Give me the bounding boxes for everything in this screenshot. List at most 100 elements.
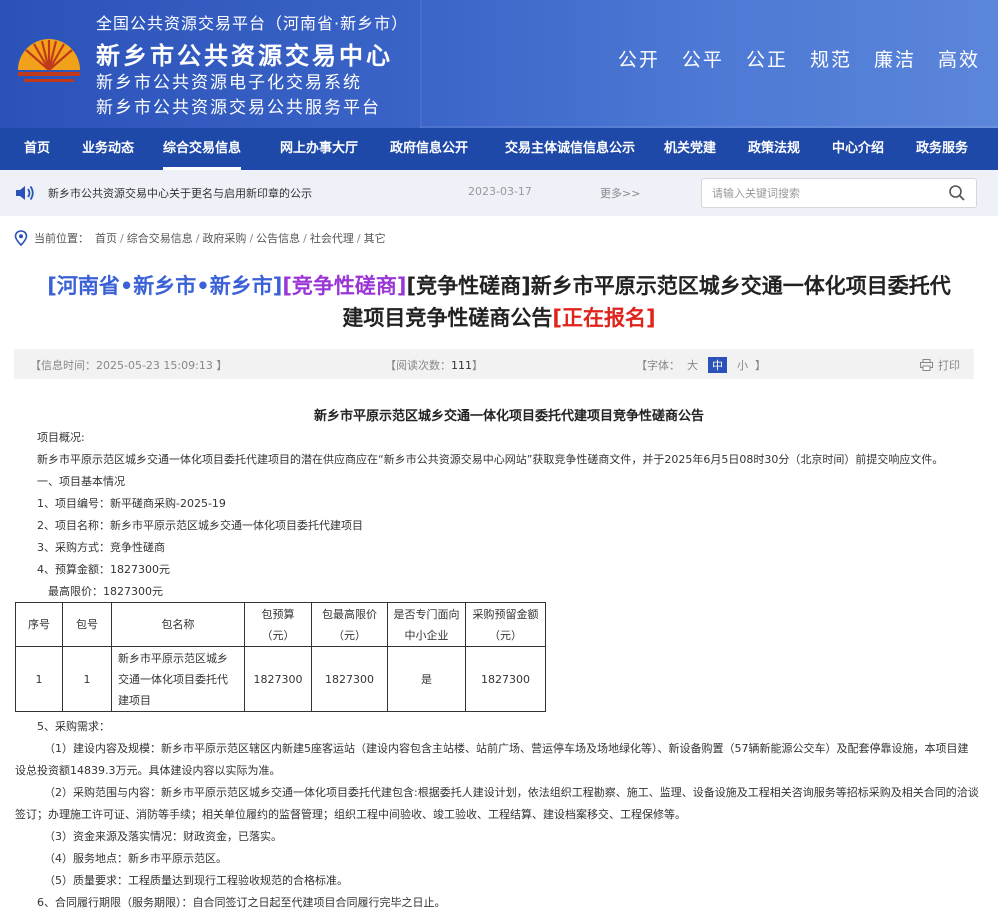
header-slogans: 公开 公平 公正 规范 廉洁 高效	[618, 45, 980, 72]
package-table: 序号 包号 包名称 包预算 （元） 包最高限价 （元） 是否专门面向 中小企业 …	[15, 602, 546, 712]
slogan: 公开	[617, 49, 660, 71]
breadcrumb-other[interactable]: 其它	[364, 230, 386, 246]
header-service-name: 新乡市公共资源交易公共服务平台	[96, 98, 381, 118]
print-label: 打印	[938, 359, 960, 372]
font-size-large[interactable]: 大	[683, 357, 702, 373]
requirement-4: （4）服务地点：新乡市平原示范区。	[44, 852, 227, 865]
search-input[interactable]	[710, 184, 944, 204]
info-bar: 【信息时间：2025-05-23 15:09:13 】 【阅读次数：111】 【…	[14, 349, 974, 379]
speaker-icon	[16, 185, 34, 201]
procurement-method: 3、采购方式：竞争性磋商	[37, 541, 165, 554]
location-pin-icon	[14, 230, 28, 246]
overview-text: 新乡市平原示范区城乡交通一体化项目委托代建项目的潜在供应商应在“新乡市公共资源交…	[37, 453, 944, 466]
overview-label: 项目概况:	[37, 431, 85, 444]
site-logo[interactable]	[14, 30, 84, 90]
table-cell: 1827300	[244, 646, 312, 712]
project-number: 1、项目编号：新平磋商采购-2025-19	[37, 497, 226, 510]
breadcrumb-trading-info[interactable]: 综合交易信息	[127, 230, 193, 246]
breadcrumb: 当前位置： 首页 / 综合交易信息 / 政府采购 / 公告信息 / 社会代理 /…	[14, 230, 386, 246]
header-platform-name: 全国公共资源交易平台（河南省·新乡市）	[96, 14, 409, 33]
read-count: 【阅读次数：111】	[385, 357, 483, 373]
nav-item-home[interactable]: 首页	[24, 128, 50, 170]
breadcrumb-agency[interactable]: 社会代理	[310, 230, 354, 246]
slogan: 廉洁	[873, 49, 916, 71]
search-icon[interactable]	[948, 184, 966, 202]
font-size-control: 【字体：大中小】	[636, 357, 766, 373]
title-status-tag: [正在报名]	[552, 306, 656, 330]
breadcrumb-label: 当前位置：	[34, 232, 89, 245]
table-cell: 1827300	[311, 646, 388, 712]
read-count-label: 【阅读次数：	[385, 359, 451, 372]
more-link[interactable]: 更多>>	[600, 185, 640, 201]
nav-item-gov-service[interactable]: 政务服务	[916, 128, 968, 170]
table-header-cell: 是否专门面向 中小企业	[387, 602, 466, 647]
table-cell: 1	[62, 646, 112, 712]
nav-item-about[interactable]: 中心介绍	[832, 128, 884, 170]
nav-item-party[interactable]: 机关党建	[664, 128, 716, 170]
table-header-cell: 包最高限价 （元）	[311, 602, 388, 647]
table-header-cell: 采购预留金额 （元）	[465, 602, 546, 647]
nav-item-policy[interactable]: 政策法规	[748, 128, 800, 170]
requirement-5: （5）质量要求：工程质量达到现行工程验收规范的合格标准。	[44, 874, 348, 887]
budget-amount: 4、预算金额：1827300元	[37, 563, 170, 576]
font-size-label: 【字体：	[636, 359, 680, 372]
page-title: [河南省•新乡市•新乡市][竞争性磋商][竞争性磋商]新乡市平原示范区城乡交通一…	[14, 270, 984, 334]
requirement-2: （2）采购范围与内容：新乡市平原示范区城乡交通一体化项目委托代建包含:根据委托人…	[44, 786, 979, 799]
nav-item-online-hall[interactable]: 网上办事大厅	[280, 128, 358, 170]
breadcrumb-home[interactable]: 首页	[95, 230, 117, 246]
table-cell: 1827300	[465, 646, 546, 712]
slogan: 公正	[745, 49, 788, 71]
requirement-1: （1）建设内容及规模：新乡市平原示范区辖区内新建5座客运站（建设内容包含主站楼、…	[44, 742, 969, 755]
site-header: 全国公共资源交易平台（河南省·新乡市） 新乡市公共资源交易中心 新乡市公共资源电…	[0, 0, 998, 128]
notice-date: 2023-03-17	[468, 185, 532, 198]
breadcrumb-separator: /	[356, 231, 361, 245]
title-main-text: [竞争性磋商]新乡市平原示范区城乡交通一体化项目委托代	[406, 274, 951, 298]
font-size-medium[interactable]: 中	[708, 357, 727, 373]
project-name: 2、项目名称：新乡市平原示范区城乡交通一体化项目委托代建项目	[37, 519, 363, 532]
info-time: 【信息时间：2025-05-23 15:09:13 】	[30, 359, 228, 372]
slogan: 规范	[809, 49, 852, 71]
table-row: 1 1 新乡市平原示范区城乡交通一体化项目委托代建项目 1827300 1827…	[15, 646, 546, 712]
section-heading: 一、项目基本情况	[37, 475, 125, 488]
title-main-text-2: 建项目竞争性磋商公告	[342, 306, 553, 330]
read-count-value: 111	[451, 359, 472, 372]
nav-item-trading-info[interactable]: 综合交易信息	[163, 128, 242, 170]
header-system-name: 新乡市公共资源电子化交易系统	[96, 73, 362, 93]
breadcrumb-separator: /	[195, 231, 200, 245]
nav-item-news[interactable]: 业务动态	[82, 128, 134, 170]
print-button[interactable]: 打印	[920, 357, 960, 373]
table-header-cell: 包号	[62, 602, 112, 647]
requirements-heading: 5、采购需求：	[37, 720, 110, 733]
table-cell: 1	[15, 646, 63, 712]
main-nav: 首页 业务动态 综合交易信息 网上办事大厅 政府信息公开 交易主体诚信信息公示 …	[0, 128, 998, 170]
slogan: 高效	[937, 49, 980, 71]
nav-item-gov-info[interactable]: 政府信息公开	[390, 128, 468, 170]
breadcrumb-separator: /	[249, 231, 254, 245]
read-count-end: 】	[472, 359, 483, 372]
contract-period: 6、合同履行期限（服务期限）：自合同签订之日起至代建项目合同履行完毕之日止。	[37, 896, 446, 909]
printer-icon	[920, 359, 933, 371]
nav-item-credit-info[interactable]: 交易主体诚信信息公示	[505, 128, 635, 170]
breadcrumb-announcements[interactable]: 公告信息	[256, 230, 300, 246]
title-method-tag: [竞争性磋商]	[282, 274, 407, 298]
search-box	[701, 178, 977, 208]
breadcrumb-procurement[interactable]: 政府采购	[202, 230, 246, 246]
table-header-cell: 包预算 （元）	[244, 602, 312, 647]
table-header-row: 序号 包号 包名称 包预算 （元） 包最高限价 （元） 是否专门面向 中小企业 …	[15, 602, 546, 647]
max-price: 最高限价：1827300元	[48, 585, 163, 598]
requirement-1-cont: 设总投资额14839.3万元。具体建设内容以实际为准。	[15, 764, 281, 777]
document-title: 新乡市平原示范区城乡交通一体化项目委托代建项目竞争性磋商公告	[313, 409, 704, 424]
requirement-3: （3）资金来源及落实情况：财政资金，已落实。	[44, 830, 282, 843]
notice-link[interactable]: 新乡市公共资源交易中心关于更名与启用新印章的公示	[48, 185, 312, 201]
font-size-end: 】	[755, 359, 766, 372]
slogan: 公平	[681, 49, 724, 71]
breadcrumb-separator: /	[303, 231, 307, 245]
font-size-small[interactable]: 小	[733, 357, 752, 373]
table-cell: 新乡市平原示范区城乡交通一体化项目委托代建项目	[111, 646, 245, 712]
breadcrumb-separator: /	[120, 231, 124, 245]
table-cell: 是	[387, 646, 466, 712]
title-region-tag: [河南省•新乡市•新乡市]	[47, 274, 283, 298]
table-header-cell: 包名称	[111, 602, 245, 647]
table-header-cell: 序号	[15, 602, 63, 647]
requirement-2-cont: 签订；办理施工许可证、消防等手续；相关单位履约的监督管理；组织工程中间验收、竣工…	[15, 808, 686, 821]
